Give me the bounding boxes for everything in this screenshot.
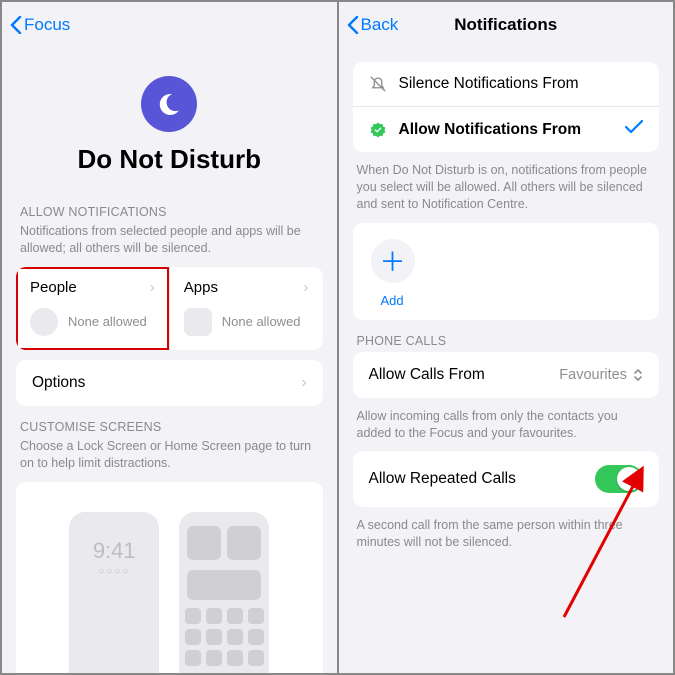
phone-header: PHONE CALLS [357, 334, 656, 348]
add-person-button[interactable]: ＋ [371, 239, 415, 283]
empty-app-icon [184, 308, 212, 336]
toggle-knob [617, 467, 641, 491]
back-button[interactable]: Back [347, 15, 399, 35]
people-title: People [30, 279, 77, 296]
options-row[interactable]: Options › [16, 360, 323, 406]
back-label: Back [361, 15, 399, 35]
chevron-left-icon [10, 16, 22, 34]
allow-card: People › None allowed Apps › None allowe… [16, 267, 323, 350]
home-grid [185, 608, 264, 666]
dnd-icon [141, 76, 197, 132]
focus-dnd-screen: Focus Do Not Disturb ALLOW NOTIFICATIONS… [2, 2, 337, 673]
notifications-screen: Back Notifications Silence Notifications… [339, 2, 674, 673]
mode-desc: When Do Not Disturb is on, notifications… [357, 162, 656, 213]
options-card: Options › [16, 360, 323, 406]
allow-mode-row[interactable]: Allow Notifications From [353, 106, 660, 152]
plus-icon: ＋ [379, 242, 405, 279]
lock-screen-mock: 9:41 ○○○○ [69, 512, 159, 674]
back-button[interactable]: Focus [10, 15, 70, 35]
add-people-card: ＋ Add [353, 223, 660, 320]
moon-icon [155, 90, 183, 118]
repeated-card: Allow Repeated Calls [353, 451, 660, 507]
calls-from-value: Favourites [559, 367, 627, 383]
lock-time: 9:41 [93, 538, 136, 564]
bell-slash-icon [369, 75, 387, 93]
page-title: Do Not Disturb [16, 144, 323, 175]
chevron-right-icon: › [150, 279, 155, 296]
nav-bar: Back Notifications [339, 2, 674, 48]
lock-dots: ○○○○ [98, 566, 130, 577]
apps-sub: None allowed [222, 314, 301, 329]
silence-mode-row[interactable]: Silence Notifications From [353, 62, 660, 106]
content: Do Not Disturb ALLOW NOTIFICATIONS Notif… [2, 48, 337, 673]
customise-card: 9:41 ○○○○ Choose [16, 482, 323, 674]
widgets [187, 526, 261, 560]
apps-cell[interactable]: Apps › None allowed [169, 267, 323, 350]
calls-desc: Allow incoming calls from only the conta… [357, 408, 656, 442]
lock-screen-option[interactable]: 9:41 ○○○○ Choose [69, 512, 159, 674]
people-cell[interactable]: People › None allowed [16, 267, 169, 350]
add-label: Add [381, 293, 642, 308]
home-screen-mock [179, 512, 269, 674]
empty-avatar-icon [30, 308, 58, 336]
check-icon [625, 120, 643, 139]
badge-check-icon [369, 121, 387, 139]
allow-label: Allow Notifications From [399, 121, 582, 139]
customise-desc: Choose a Lock Screen or Home Screen page… [20, 438, 319, 472]
back-label: Focus [24, 15, 70, 35]
chevron-right-icon: › [301, 374, 306, 392]
silence-label: Silence Notifications From [399, 75, 579, 93]
content: Silence Notifications From Allow Notific… [339, 48, 674, 673]
allow-calls-row[interactable]: Allow Calls From Favourites [353, 352, 660, 398]
apps-title: Apps [184, 279, 218, 296]
repeated-label: Allow Repeated Calls [369, 470, 516, 488]
customise-header: CUSTOMISE SCREENS [20, 420, 319, 434]
allow-desc: Notifications from selected people and a… [20, 223, 319, 257]
repeated-desc: A second call from the same person withi… [357, 517, 656, 551]
home-screen-option[interactable]: Choose [179, 512, 269, 674]
calls-from-label: Allow Calls From [369, 366, 485, 384]
nav-bar: Focus [2, 2, 337, 48]
calls-card: Allow Calls From Favourites [353, 352, 660, 398]
repeated-toggle[interactable] [595, 465, 643, 493]
repeated-row: Allow Repeated Calls [353, 451, 660, 507]
updown-chevron-icon [633, 368, 643, 382]
people-sub: None allowed [68, 314, 147, 329]
allow-header: ALLOW NOTIFICATIONS [20, 205, 319, 219]
chevron-right-icon: › [304, 279, 309, 296]
chevron-left-icon [347, 16, 359, 34]
options-label: Options [32, 374, 85, 392]
screens-area: 9:41 ○○○○ Choose [26, 512, 313, 674]
mode-card: Silence Notifications From Allow Notific… [353, 62, 660, 152]
